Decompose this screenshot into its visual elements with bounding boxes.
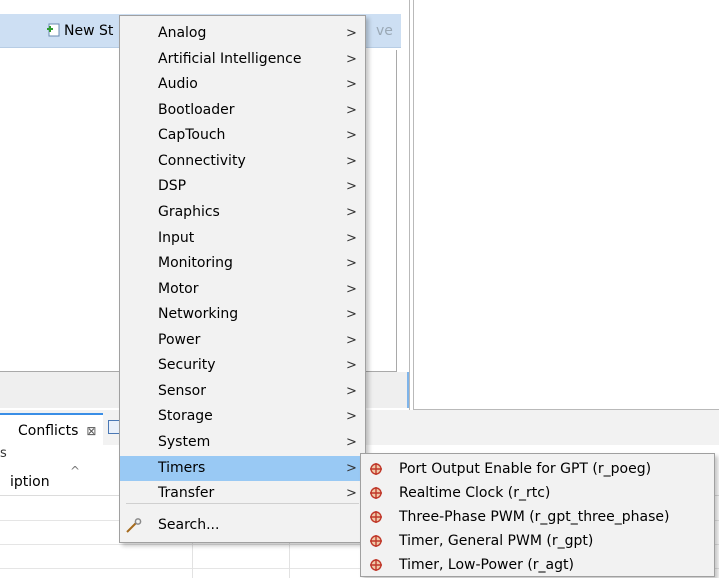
submenu-arrow-icon: > — [346, 358, 357, 373]
submenu-item-label: Realtime Clock (r_rtc) — [399, 485, 551, 501]
submenu-arrow-icon: > — [346, 231, 357, 246]
component-icon — [370, 487, 382, 499]
menu-item-label: Security — [158, 357, 216, 373]
menu-item-artificial-intelligence[interactable]: Artificial Intelligence > — [120, 47, 365, 72]
submenu-arrow-icon: > — [346, 154, 357, 169]
menu-item-system[interactable]: System > — [120, 430, 365, 455]
submenu-arrow-icon: > — [346, 333, 357, 348]
submenu-arrow-icon: > — [346, 52, 357, 67]
menu-item-label: DSP — [158, 178, 187, 194]
menu-item-label: Artificial Intelligence — [158, 51, 302, 67]
menu-item-connectivity[interactable]: Connectivity > — [120, 149, 365, 174]
submenu-arrow-icon: > — [346, 384, 357, 399]
menu-item-label: Bootloader — [158, 102, 235, 118]
tab-conflicts-label: Conflicts — [18, 423, 79, 439]
menu-item-label: Power — [158, 332, 201, 348]
menu-item-security[interactable]: Security > — [120, 353, 365, 378]
details-pane — [414, 0, 719, 410]
menu-item-label: Input — [158, 230, 195, 246]
menu-item-label: Timers — [158, 460, 206, 476]
menu-item-monitoring[interactable]: Monitoring > — [120, 251, 365, 276]
menu-item-label: Monitoring — [158, 255, 233, 271]
menu-item-label: Audio — [158, 76, 198, 92]
menu-item-label: Connectivity — [158, 153, 246, 169]
menu-item-label: Networking — [158, 306, 239, 322]
submenu-arrow-icon: > — [346, 103, 357, 118]
submenu-arrow-icon: > — [346, 26, 357, 41]
menu-item-bootloader[interactable]: Bootloader > — [120, 98, 365, 123]
submenu-item-r-gpt-three-phase[interactable]: Three-Phase PWM (r_gpt_three_phase) — [361, 505, 714, 529]
submenu-arrow-icon: > — [346, 128, 357, 143]
submenu-arrow-icon: > — [346, 77, 357, 92]
menu-item-audio[interactable]: Audio > — [120, 72, 365, 97]
menu-item-label: Analog — [158, 25, 207, 41]
submenu-item-label: Timer, General PWM (r_gpt) — [399, 533, 594, 549]
menu-item-label: Sensor — [158, 383, 206, 399]
menu-item-label: Search... — [158, 517, 220, 533]
submenu-item-r-poeg[interactable]: Port Output Enable for GPT (r_poeg) — [361, 457, 714, 481]
submenu-item-r-agt[interactable]: Timer, Low-Power (r_agt) — [361, 553, 714, 577]
menu-item-label: CapTouch — [158, 127, 226, 143]
component-icon — [370, 535, 382, 547]
new-stack-icon — [47, 23, 60, 37]
submenu-arrow-icon: > — [346, 205, 357, 220]
submenu-arrow-icon: > — [346, 409, 357, 424]
submenu-arrow-icon: > — [346, 435, 357, 450]
menu-item-label: Graphics — [158, 204, 220, 220]
menu-item-captouch[interactable]: CapTouch > — [120, 123, 365, 148]
new-stack-label: New St — [64, 23, 114, 39]
menu-item-networking[interactable]: Networking > — [120, 302, 365, 327]
submenu-arrow-icon: > — [346, 179, 357, 194]
search-icon — [125, 517, 143, 542]
menu-item-power[interactable]: Power > — [120, 328, 365, 353]
menu-item-graphics[interactable]: Graphics > — [120, 200, 365, 225]
menu-item-search[interactable]: Search... — [120, 513, 365, 538]
submenu-item-label: Port Output Enable for GPT (r_poeg) — [399, 461, 652, 477]
remove-button-label[interactable]: ve — [376, 20, 393, 42]
menu-item-label: Storage — [158, 408, 213, 424]
menu-separator — [126, 503, 359, 504]
sort-ascending-icon: ^ — [70, 464, 81, 478]
close-icon[interactable]: ⊠ — [86, 424, 96, 438]
menu-item-storage[interactable]: Storage > — [120, 404, 365, 429]
component-icon — [370, 559, 382, 571]
menu-item-sensor[interactable]: Sensor > — [120, 379, 365, 404]
menu-item-timers[interactable]: Timers > — [120, 456, 365, 481]
column-header-description[interactable]: iption — [10, 474, 50, 490]
submenu-arrow-icon: > — [346, 307, 357, 322]
submenu-item-r-rtc[interactable]: Realtime Clock (r_rtc) — [361, 481, 714, 505]
menu-item-input[interactable]: Input > — [120, 226, 365, 251]
submenu-arrow-icon: > — [346, 282, 357, 297]
menu-item-label: System — [158, 434, 211, 450]
add-stack-context-menu: Analog > Artificial Intelligence > Audio > … — [119, 15, 366, 543]
tab-conflicts[interactable]: Conflicts ⊠ — [0, 413, 103, 445]
submenu-arrow-icon: > — [346, 256, 357, 271]
table-title-partial: s — [0, 446, 7, 461]
new-stack-button[interactable]: New St — [46, 20, 113, 42]
submenu-item-r-gpt[interactable]: Timer, General PWM (r_gpt) — [361, 529, 714, 553]
component-icon — [370, 511, 382, 523]
component-icon — [370, 463, 382, 475]
menu-item-analog[interactable]: Analog > — [120, 21, 365, 46]
submenu-item-label: Three-Phase PWM (r_gpt_three_phase) — [399, 509, 670, 525]
menu-item-dsp[interactable]: DSP > — [120, 174, 365, 199]
menu-item-label: Motor — [158, 281, 199, 297]
submenu-item-label: Timer, Low-Power (r_agt) — [399, 557, 574, 573]
menu-item-motor[interactable]: Motor > — [120, 277, 365, 302]
pane-divider — [409, 0, 410, 410]
timers-submenu: Port Output Enable for GPT (r_poeg) Real… — [360, 453, 715, 577]
submenu-arrow-icon: > — [346, 461, 357, 476]
